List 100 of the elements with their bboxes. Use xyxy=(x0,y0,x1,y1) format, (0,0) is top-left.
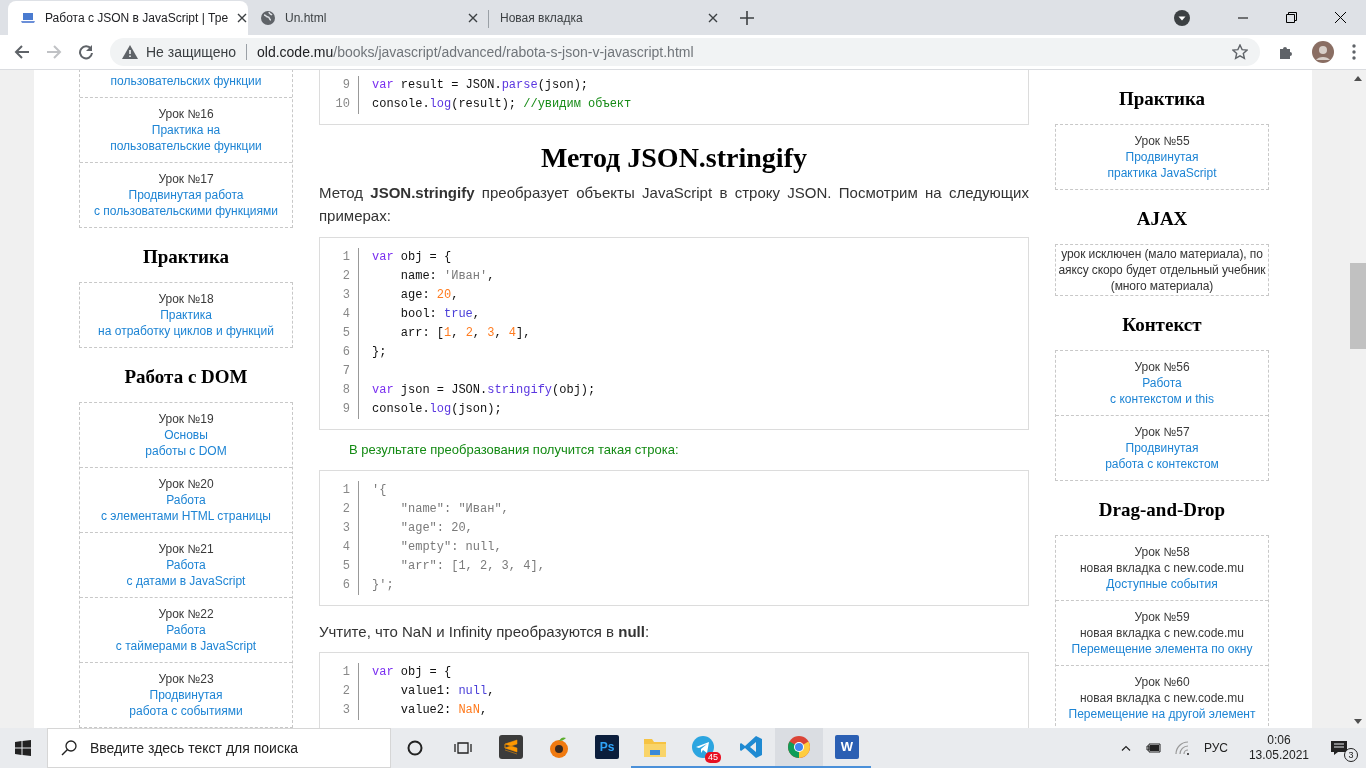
close-icon[interactable] xyxy=(468,13,478,23)
code-line: "empty": null, xyxy=(399,539,502,556)
section-heading: Контекст xyxy=(1121,313,1203,337)
browser-tab[interactable]: Новая вкладка xyxy=(488,1,728,35)
search-icon xyxy=(61,740,77,756)
lesson-number: Урок №55 xyxy=(1134,133,1190,149)
lesson-note: новая вкладка с new.code.mu xyxy=(1079,625,1245,641)
lesson-link[interactable]: Продвинутая практика JavaScript xyxy=(1107,149,1217,181)
code-line: name: 'Иван', xyxy=(399,268,495,285)
scroll-down-icon[interactable] xyxy=(1354,719,1362,724)
lesson-link[interactable]: Практика на пользовательские функции xyxy=(110,122,262,154)
clock-date[interactable]: 13.05.2021 xyxy=(1248,748,1309,763)
reload-icon[interactable] xyxy=(78,44,94,60)
lesson-link[interactable]: Практика на отработку циклов и функций xyxy=(98,307,274,339)
line-number: 6 xyxy=(332,576,359,595)
lesson-number: Урок №20 xyxy=(158,476,214,492)
battery-icon[interactable] xyxy=(1143,742,1162,754)
star-icon[interactable] xyxy=(1232,44,1248,60)
address-bar[interactable]: Не защищено old.code.mu/books/javascript/advanced/rabota-s-json-v-javascript.html xyxy=(110,38,1260,66)
lesson-link[interactable]: Работа с датами в JavaScript xyxy=(126,557,246,589)
line-number: 6 xyxy=(332,343,359,362)
line-number: 2 xyxy=(332,682,359,701)
lesson-link[interactable]: Продвинутая работа с событиями xyxy=(129,687,243,719)
section-heading: AJAX xyxy=(1135,207,1189,231)
close-icon[interactable] xyxy=(1335,12,1346,23)
lesson-number: Урок №17 xyxy=(158,171,214,187)
lesson-link[interactable]: Работа с контекстом и this xyxy=(1110,375,1214,407)
minimize-icon[interactable] xyxy=(1238,16,1248,19)
article-heading: Метод JSON.stringify xyxy=(540,141,808,175)
close-icon[interactable] xyxy=(708,13,718,23)
line-number: 2 xyxy=(332,500,359,519)
close-icon[interactable] xyxy=(237,13,248,23)
search-field[interactable]: Введите здесь текст для поиска xyxy=(47,728,391,768)
line-number: 8 xyxy=(332,381,359,400)
lesson-number: Урок №23 xyxy=(158,671,214,687)
lesson-number: Урок №18 xyxy=(158,291,214,307)
language-indicator[interactable]: РУС xyxy=(1203,741,1228,755)
taskbar-app-button[interactable]: Ps xyxy=(583,728,631,768)
taskbar-app-button[interactable]: W xyxy=(823,728,871,768)
scroll-up-icon[interactable] xyxy=(1354,76,1362,81)
lesson-link[interactable]: Перемещение на другой элемент xyxy=(1068,706,1256,722)
warning-icon xyxy=(122,45,138,59)
code-line: var obj = { xyxy=(371,249,452,266)
menu-icon[interactable] xyxy=(1352,44,1356,60)
browser-tab[interactable]: Работа с JSON в JavaScript | Тре xyxy=(8,1,248,35)
code-line: arr: [1, 2, 3, 4], xyxy=(399,325,531,342)
lesson-note: новая вкладка с new.code.mu xyxy=(1079,690,1245,706)
dropdown-icon[interactable] xyxy=(1174,9,1190,26)
new-tab-icon[interactable] xyxy=(740,11,754,25)
code-line: var json = JSON.stringify(obj); xyxy=(371,382,596,399)
lesson-link[interactable]: Продвинутая работа с пользовательскими функциями xyxy=(94,187,278,219)
lesson-link[interactable]: Основы работы с DOM xyxy=(145,427,227,459)
taskbar-app-button[interactable]: 45 xyxy=(679,728,727,768)
circle-icon[interactable] xyxy=(407,740,423,756)
code-line: }; xyxy=(371,344,387,361)
line-number: 1 xyxy=(332,248,359,267)
task-view-icon[interactable] xyxy=(454,740,472,756)
avatar[interactable] xyxy=(1312,41,1334,63)
lesson-link[interactable]: Работа с элементами HTML страницы xyxy=(101,492,271,524)
ribbon-logo-icon xyxy=(739,735,763,759)
lesson-number: Урок №21 xyxy=(158,541,214,557)
section-heading: Drag-and-Drop xyxy=(1097,498,1227,522)
code-line: age: 20, xyxy=(399,287,459,304)
line-number: 9 xyxy=(332,76,359,95)
notification-icon[interactable] xyxy=(1330,740,1348,756)
code-line: console.log(json); xyxy=(371,401,502,418)
line-number: 9 xyxy=(332,400,359,419)
lesson-number: Урок №19 xyxy=(158,411,214,427)
line-number: 4 xyxy=(332,305,359,324)
globe-icon xyxy=(260,10,276,26)
code-line: "age": 20, xyxy=(399,520,473,537)
code-line: value2: NaN, xyxy=(399,702,488,719)
chevron-up-icon[interactable] xyxy=(1120,745,1131,751)
lesson-link[interactable]: пользовательских функции xyxy=(110,73,262,89)
code-line: value1: null, xyxy=(399,683,495,700)
clock-time[interactable]: 0:06 xyxy=(1267,733,1291,748)
restore-icon[interactable] xyxy=(1286,12,1297,23)
back-icon[interactable] xyxy=(14,44,30,60)
puzzle-icon[interactable] xyxy=(1278,44,1294,60)
folder-icon xyxy=(643,736,667,758)
lesson-link[interactable]: Продвинутая работа с контекстом xyxy=(1105,440,1219,472)
lesson-number: Урок №22 xyxy=(158,606,214,622)
line-number: 1 xyxy=(332,481,359,500)
browser-tab[interactable]: Un.html xyxy=(248,1,488,35)
code-line: '{ xyxy=(371,482,387,499)
code-line: }'; xyxy=(371,577,394,594)
stripes-icon xyxy=(499,735,523,759)
windows-logo-icon[interactable] xyxy=(15,740,31,756)
lesson-note: новая вкладка с new.code.mu xyxy=(1079,560,1245,576)
lesson-link[interactable]: Доступные события xyxy=(1106,576,1218,592)
line-number: 2 xyxy=(332,267,359,286)
scrollbar-thumb[interactable] xyxy=(1350,263,1366,349)
line-number: 3 xyxy=(332,286,359,305)
lesson-link[interactable]: Перемещение элемента по окну xyxy=(1071,641,1253,657)
code-line: "name": "Иван", xyxy=(399,501,509,518)
paragraph: Учтите, что NaN и Infinity преобразуются в null: xyxy=(319,622,651,642)
count-badge: 45 xyxy=(705,752,721,763)
line-number: 5 xyxy=(332,324,359,343)
app-icon: Ps xyxy=(595,735,619,759)
lesson-link[interactable]: Работа с таймерами в JavaScript xyxy=(115,622,257,654)
